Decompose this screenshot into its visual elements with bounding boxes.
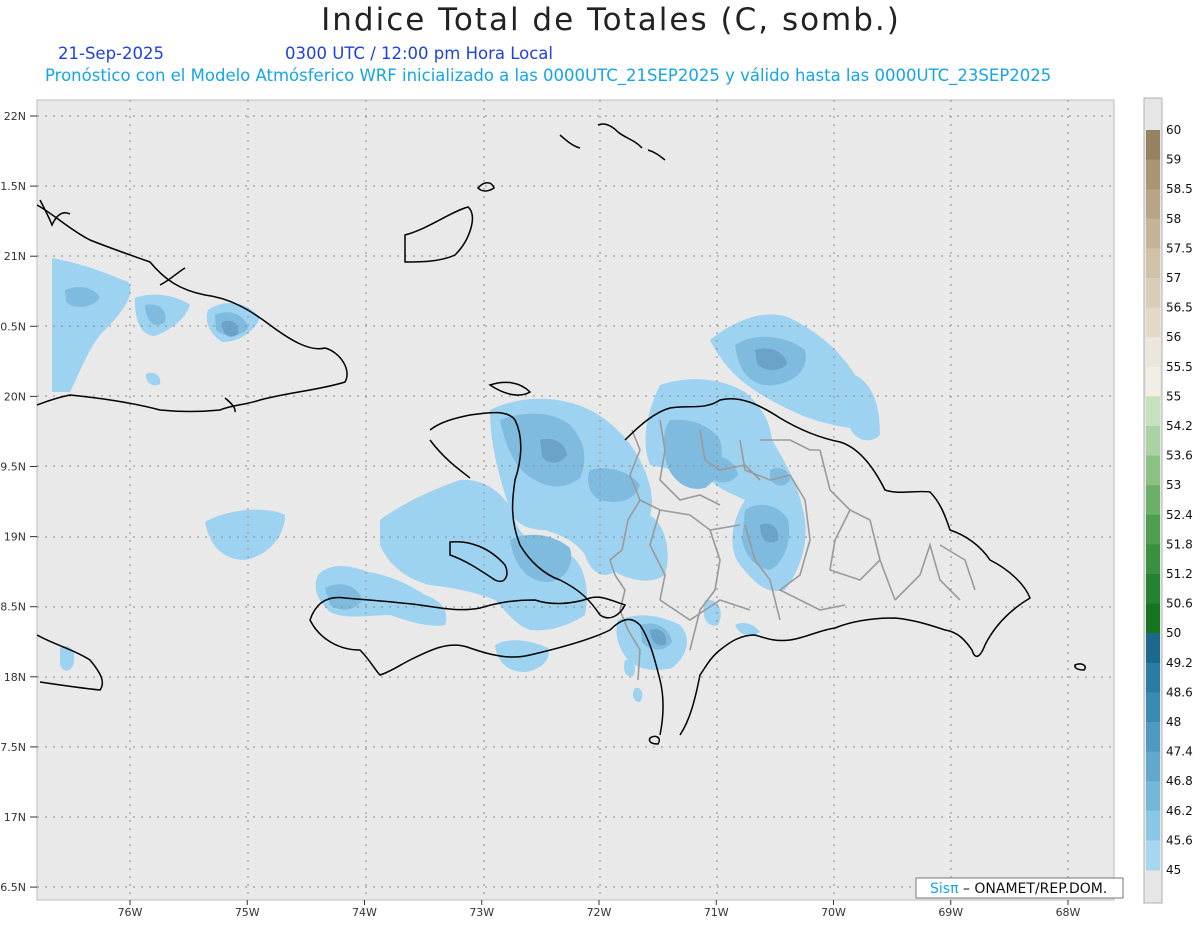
colorbar-segment	[1146, 337, 1160, 368]
colorbar-label: 57	[1166, 271, 1181, 285]
lat-label: 7.5N	[0, 741, 26, 754]
latitude-labels: 22N 1.5N 21N 0.5N 20N 9.5N 19N 8.5N 18N 7.5N 17N 6.…	[0, 110, 37, 894]
credit-org: – ONAMET/REP.DOM.	[959, 881, 1108, 897]
colorbar-label: 51.2	[1166, 567, 1193, 581]
colorbar-segment	[1146, 544, 1160, 575]
colorbar-segment	[1146, 189, 1160, 220]
colorbar-label: 47.4	[1166, 745, 1193, 759]
colorbar-segment	[1146, 662, 1160, 693]
lon-label: 68W	[1056, 906, 1081, 919]
colorbar-segment	[1146, 130, 1160, 161]
colorbar-label: 55	[1166, 389, 1181, 403]
colorbar-label: 56	[1166, 330, 1181, 344]
lat-label: 21N	[4, 250, 26, 263]
lat-label: 19N	[4, 531, 26, 544]
colorbar-label: 60	[1166, 123, 1181, 137]
lat-label: 8.5N	[0, 601, 26, 614]
colorbar-label: 48	[1166, 715, 1181, 729]
colorbar-label: 45	[1166, 863, 1181, 877]
colorbar-segment	[1146, 574, 1160, 605]
longitude-labels: 76W 75W 74W 73W 72W 71W 70W 69W 68W	[118, 900, 1081, 919]
lon-label: 69W	[938, 906, 963, 919]
colorbar-label: 51.8	[1166, 537, 1193, 551]
colorbar-label: 46.8	[1166, 774, 1193, 788]
svg-text:Sisπ – ONAMET/REP.DOM.: Sisπ – ONAMET/REP.DOM.	[930, 881, 1107, 897]
colorbar-segment	[1146, 514, 1160, 545]
colorbar-segment	[1146, 426, 1160, 457]
colorbar-label: 54.2	[1166, 419, 1193, 433]
colorbar-segment	[1146, 633, 1160, 664]
colorbar-segment	[1146, 603, 1160, 634]
lat-label: 22N	[4, 110, 26, 123]
lon-label: 72W	[587, 906, 612, 919]
colorbar-label: 52.4	[1166, 508, 1193, 522]
lat-label: 20N	[4, 390, 26, 403]
lon-label: 74W	[352, 906, 377, 919]
colorbar-label: 56.5	[1166, 301, 1193, 315]
colorbar-segment	[1146, 722, 1160, 753]
colorbar-label: 55.5	[1166, 360, 1193, 374]
colorbar-segment	[1146, 485, 1160, 516]
lat-label: 18N	[4, 671, 26, 684]
lon-label: 73W	[469, 906, 494, 919]
colorbar-segment	[1146, 366, 1160, 397]
colorbar-segment	[1146, 692, 1160, 723]
lat-label: 9.5N	[0, 461, 26, 474]
colorbar-label: 58	[1166, 212, 1181, 226]
colorbar-label: 59	[1166, 153, 1181, 167]
credit-brand: Sisπ	[930, 881, 959, 897]
colorbar-label: 45.6	[1166, 833, 1193, 847]
colorbar-segment	[1146, 248, 1160, 279]
colorbar-label: 57.5	[1166, 241, 1193, 255]
colorbar-segment	[1146, 781, 1160, 812]
colorbar-segment	[1146, 218, 1160, 249]
colorbar-label: 53	[1166, 478, 1181, 492]
colorbar-label: 49.2	[1166, 656, 1193, 670]
lat-label: 1.5N	[0, 180, 26, 193]
credit-box: Sisπ – ONAMET/REP.DOM.	[915, 877, 1124, 899]
colorbar-segment	[1146, 810, 1160, 841]
colorbar-label: 58.5	[1166, 182, 1193, 196]
lon-label: 75W	[235, 906, 260, 919]
lon-label: 76W	[118, 906, 143, 919]
lat-label: 17N	[4, 811, 26, 824]
lat-label: 6.5N	[0, 881, 26, 894]
colorbar-segment	[1146, 751, 1160, 782]
colorbar-segment	[1146, 278, 1160, 309]
colorbar: 60 59 58.5 58 57.5 57 56.5 56 55.5 55 54.2 53.6 53 52…	[1143, 97, 1193, 904]
colorbar-label: 50.6	[1166, 597, 1193, 611]
colorbar-label: 48.6	[1166, 685, 1193, 699]
forecast-map: 60 59 58.5 58 57.5 57 56.5 56 55.5 55 54.2 53.6 53 52…	[0, 97, 1193, 919]
colorbar-segment	[1146, 159, 1160, 190]
lon-label: 71W	[704, 906, 729, 919]
colorbar-segment	[1146, 840, 1160, 871]
colorbar-label: 50	[1166, 626, 1181, 640]
colorbar-segment	[1146, 396, 1160, 427]
colorbar-segment	[1146, 307, 1160, 338]
lat-label: 0.5N	[0, 320, 26, 333]
colorbar-label: 46.2	[1166, 804, 1193, 818]
colorbar-label: 53.6	[1166, 449, 1193, 463]
colorbar-segment	[1146, 455, 1160, 486]
lon-label: 70W	[821, 906, 846, 919]
